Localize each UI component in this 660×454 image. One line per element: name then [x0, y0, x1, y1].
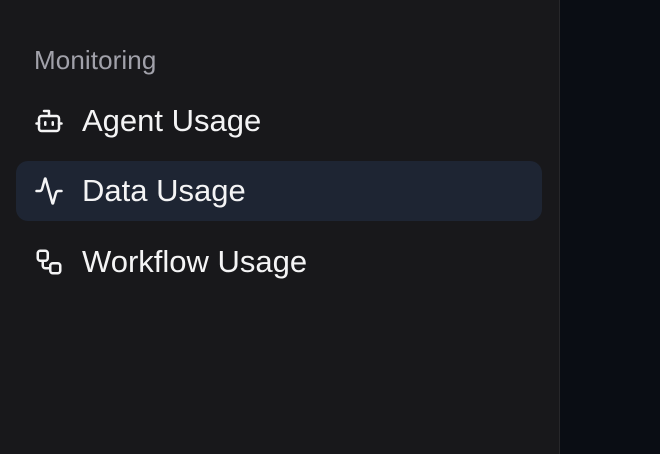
sidebar-item-workflow-usage[interactable]: Workflow Usage: [16, 232, 542, 292]
sidebar-item-label: Workflow Usage: [82, 244, 308, 279]
section-title-monitoring: Monitoring: [34, 45, 157, 75]
sidebar-item-data-usage[interactable]: Data Usage: [16, 161, 542, 221]
sidebar-item-label: Agent Usage: [82, 103, 262, 138]
sidebar-item-label: Data Usage: [82, 173, 246, 208]
main-content: [560, 0, 660, 454]
sidebar-item-agent-usage[interactable]: Agent Usage: [16, 91, 542, 151]
workflow-icon: [34, 247, 64, 277]
activity-icon: [34, 176, 64, 206]
bot-icon: [34, 106, 64, 136]
sidebar: Monitoring Agent Usage Data Usage Workfl…: [0, 0, 560, 454]
app-shell: Monitoring Agent Usage Data Usage Workfl…: [0, 0, 660, 454]
